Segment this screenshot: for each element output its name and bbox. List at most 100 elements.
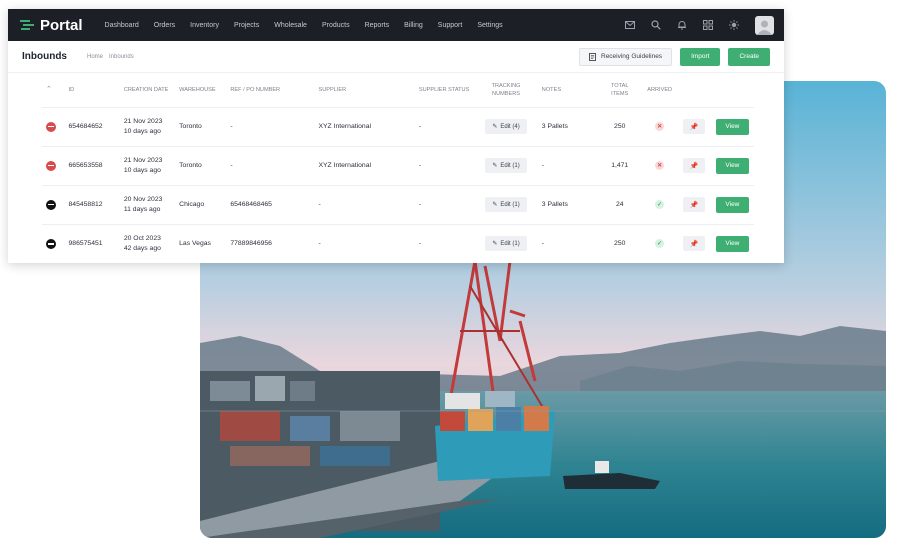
page-header: Inbounds Home Inbounds Receiving Guideli…	[8, 41, 784, 73]
col-creation-date[interactable]: CREATION DATE	[120, 73, 175, 107]
bell-icon[interactable]	[677, 20, 687, 30]
logo[interactable]: Portal	[20, 17, 83, 34]
row-date-value: 21 Nov 2023	[123, 156, 163, 164]
breadcrumb-inbounds[interactable]: Inbounds	[109, 54, 134, 60]
breadcrumb: Home Inbounds	[87, 54, 134, 60]
col-warehouse[interactable]: WAREHOUSE	[175, 73, 226, 107]
nav-settings[interactable]: Settings	[477, 22, 502, 29]
logo-mark-icon	[20, 20, 34, 30]
sun-icon[interactable]	[729, 20, 739, 30]
row-warehouse: Chicago	[175, 184, 227, 224]
pencil-icon: ✎	[492, 241, 498, 248]
view-button[interactable]: View	[715, 157, 749, 174]
edit-tracking-label: Edit (1)	[500, 240, 520, 247]
arrived-check-icon: ✓	[655, 239, 665, 249]
table-row[interactable]: 654684652 21 Nov 2023 10 days ago Toronto…	[42, 106, 754, 146]
import-button[interactable]: Import	[680, 47, 721, 66]
pin-icon: 📌	[689, 240, 699, 248]
edit-tracking-button[interactable]: ✎ Edit (1)	[485, 158, 527, 173]
table-row[interactable]: 986575451 20 Oct 2023 42 days ago Las Veg…	[42, 223, 754, 263]
document-icon	[589, 52, 596, 61]
mail-icon[interactable]	[625, 20, 635, 30]
row-notes: 3 Pallets	[537, 106, 600, 146]
chevron-up-icon[interactable]: ⌃	[46, 86, 52, 93]
avatar[interactable]	[755, 15, 774, 35]
nav-projects[interactable]: Projects	[234, 22, 259, 29]
view-button[interactable]: View	[715, 235, 749, 252]
row-total: 250	[599, 106, 641, 146]
row-supplier: -	[314, 184, 415, 224]
nav-reports[interactable]: Reports	[365, 22, 390, 29]
pin-icon: 📌	[689, 162, 699, 170]
not-arrived-icon: ✕	[655, 161, 665, 170]
row-ref: -	[226, 106, 315, 146]
col-tracking[interactable]: TRACKING NUMBERS	[474, 73, 538, 107]
breadcrumb-home[interactable]: Home	[87, 54, 103, 60]
row-date: 21 Nov 2023 10 days ago	[119, 106, 176, 146]
col-notes[interactable]: NOTES	[538, 73, 599, 107]
table-row[interactable]: 845458812 20 Nov 2023 11 days ago Chicago…	[42, 184, 754, 224]
pin-button[interactable]: 📌	[683, 236, 706, 252]
grid-icon[interactable]	[703, 20, 713, 30]
app-window: Portal Dashboard Orders Inventory Projec…	[8, 9, 784, 263]
arrived-check-icon: ✓	[655, 200, 665, 209]
row-ref: 65468468465	[226, 184, 315, 224]
row-supplier: XYZ International	[314, 106, 415, 146]
receiving-guidelines-button[interactable]: Receiving Guidelines	[579, 47, 673, 66]
pencil-icon: ✎	[492, 163, 498, 169]
col-ref-po[interactable]: REF / PO NUMBER	[226, 73, 314, 107]
row-id: 845458812	[64, 184, 120, 224]
row-date-ago: 10 days ago	[123, 166, 161, 174]
row-id: 654684652	[64, 106, 120, 146]
col-total-items[interactable]: TOTAL ITEMS	[599, 73, 640, 107]
row-total: 250	[599, 223, 641, 263]
row-supplier-status: -	[414, 145, 475, 185]
nav-orders[interactable]: Orders	[154, 22, 175, 29]
pin-icon: 📌	[689, 201, 699, 209]
receiving-guidelines-label: Receiving Guidelines	[601, 53, 663, 60]
col-supplier-status[interactable]: SUPPLIER STATUS	[415, 73, 474, 107]
view-button[interactable]: View	[715, 196, 749, 213]
pin-button[interactable]: 📌	[683, 197, 706, 212]
row-warehouse: Toronto	[175, 106, 227, 146]
table-header-row: ⌃ ID CREATION DATE WAREHOUSE REF / PO NU…	[42, 73, 754, 107]
pin-button[interactable]: 📌	[683, 158, 706, 173]
col-id[interactable]: ID	[65, 73, 120, 107]
row-date-ago: 42 days ago	[123, 244, 161, 252]
table-row[interactable]: 665653558 21 Nov 2023 10 days ago Toronto…	[42, 145, 754, 185]
main-nav: Dashboard Orders Inventory Projects Whol…	[105, 22, 503, 29]
edit-tracking-button[interactable]: ✎ Edit (4)	[485, 119, 527, 134]
col-supplier[interactable]: SUPPLIER	[314, 73, 414, 107]
edit-tracking-button[interactable]: ✎ Edit (1)	[485, 197, 527, 212]
row-date-ago: 10 days ago	[123, 127, 161, 135]
search-icon[interactable]	[651, 20, 661, 30]
edit-tracking-label: Edit (4)	[500, 123, 520, 130]
row-supplier-status: -	[414, 184, 475, 224]
edit-tracking-label: Edit (1)	[500, 201, 520, 208]
row-id: 665653558	[64, 145, 120, 185]
nav-products[interactable]: Products	[322, 22, 350, 29]
status-icon	[46, 199, 56, 210]
nav-billing[interactable]: Billing	[404, 22, 423, 29]
edit-tracking-button[interactable]: ✎ Edit (1)	[485, 236, 527, 252]
row-date: 20 Nov 2023 11 days ago	[119, 184, 176, 224]
row-date: 21 Nov 2023 10 days ago	[119, 145, 176, 185]
nav-inventory[interactable]: Inventory	[190, 22, 219, 29]
user-avatar-icon	[757, 20, 772, 35]
edit-tracking-label: Edit (1)	[500, 162, 520, 169]
row-supplier-status: -	[414, 223, 475, 263]
nav-wholesale[interactable]: Wholesale	[274, 22, 307, 29]
row-date-ago: 11 days ago	[123, 205, 161, 213]
create-button[interactable]: Create	[728, 47, 770, 66]
pin-button[interactable]: 📌	[683, 119, 706, 134]
sort-toggle[interactable]: ⌃	[42, 73, 65, 107]
row-notes: -	[537, 145, 600, 185]
view-button[interactable]: View	[715, 118, 749, 135]
nav-support[interactable]: Support	[438, 22, 463, 29]
status-icon	[46, 160, 56, 171]
status-icon	[46, 121, 56, 132]
row-id: 986575451	[64, 223, 120, 263]
nav-dashboard[interactable]: Dashboard	[105, 22, 139, 29]
col-arrived[interactable]: ARRIVED	[640, 73, 679, 107]
page-title: Inbounds	[22, 51, 67, 62]
